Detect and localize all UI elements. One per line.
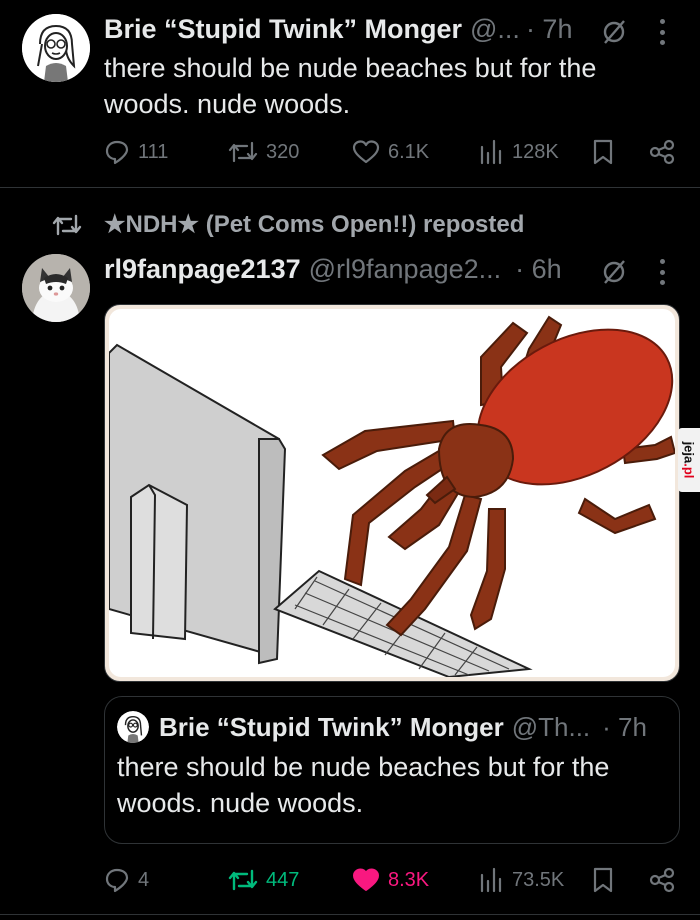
heart-icon: [353, 868, 379, 891]
timestamp: · 7h: [602, 711, 647, 742]
share-button[interactable]: [648, 864, 676, 896]
quoted-post[interactable]: Brie “Stupid Twink” Monger @Th... · 7h t…: [104, 696, 680, 844]
avatar[interactable]: [22, 254, 90, 322]
reply-icon: [105, 868, 129, 893]
handle[interactable]: @rl9fanpage2...: [309, 254, 502, 285]
timestamp[interactable]: · 6h: [515, 254, 562, 285]
repost-button-active[interactable]: 447: [228, 864, 299, 896]
watermark-logo: jeja.pl: [678, 428, 700, 492]
views-icon: [480, 867, 502, 893]
share-icon: [649, 867, 675, 893]
grok-icon[interactable]: [600, 258, 628, 286]
views-button[interactable]: 73.5K: [478, 864, 564, 896]
quoted-post-text: there should be nude beaches but for the…: [117, 752, 610, 818]
bookmark-button[interactable]: [592, 864, 614, 896]
display-name: Brie “Stupid Twink” Monger: [159, 711, 504, 742]
bookmark-icon: [593, 867, 613, 893]
tick-at-computer-drawing: [109, 309, 675, 677]
avatar: [117, 711, 149, 743]
display-name[interactable]: rl9fanpage2137: [104, 254, 301, 285]
post-header: rl9fanpage2137 @rl9fanpage2... · 6h: [104, 254, 562, 285]
post-image[interactable]: [104, 304, 680, 682]
action-bar: 4 447 8.3K 73.5K: [104, 864, 680, 896]
like-button-active[interactable]: 8.3K: [352, 864, 429, 896]
post-divider: [0, 914, 700, 915]
post-2[interactable]: rl9fanpage2137 @rl9fanpage2... · 6h Brie…: [0, 0, 700, 920]
handle: @Th...: [511, 711, 591, 742]
quoted-post-header: Brie “Stupid Twink” Monger @Th... · 7h: [117, 711, 647, 743]
repost-icon: [228, 869, 258, 891]
reply-button[interactable]: 4: [104, 864, 149, 896]
more-options-icon[interactable]: [658, 259, 666, 285]
